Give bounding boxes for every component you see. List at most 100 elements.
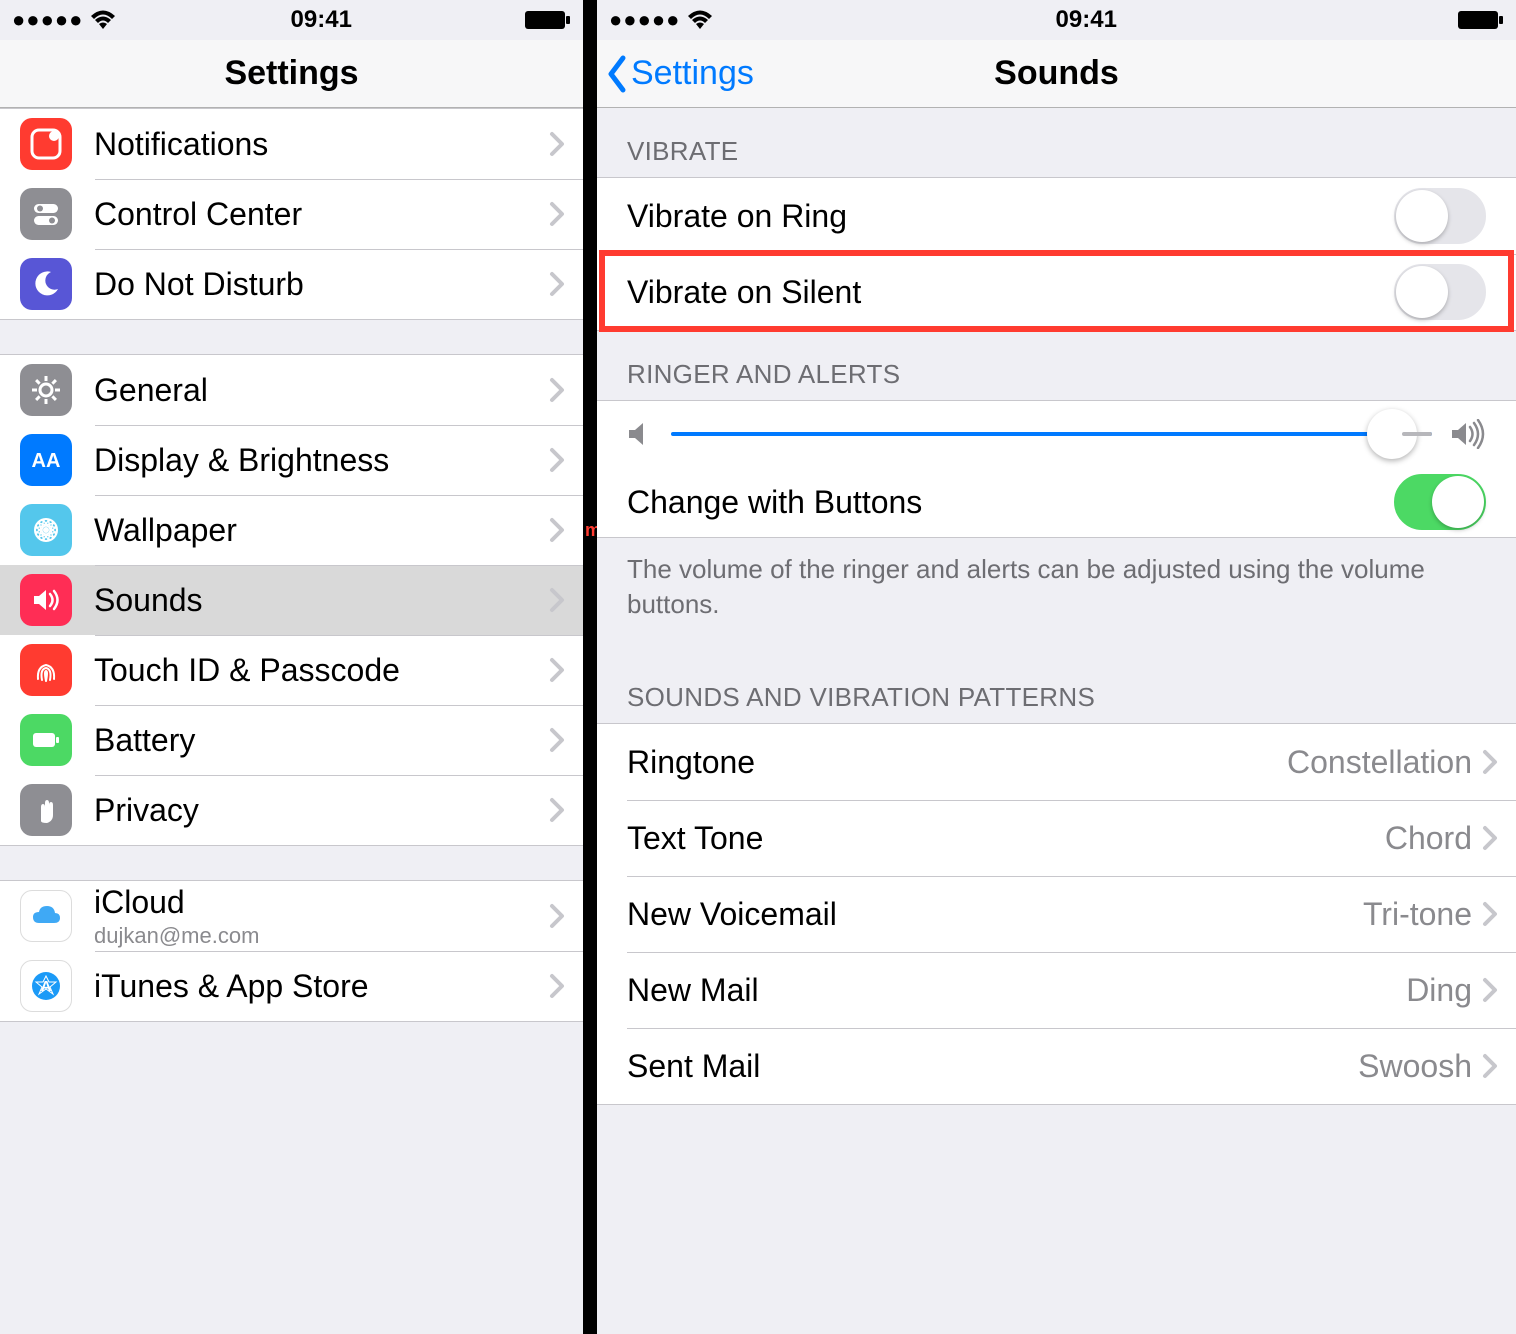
chevron-right-icon	[549, 131, 565, 157]
battery-icon	[20, 714, 72, 766]
chevron-right-icon	[549, 271, 565, 297]
battery-icon	[1458, 10, 1504, 30]
slider-knob[interactable]	[1367, 409, 1417, 459]
status-bar: ●●●●● 09:41	[0, 0, 583, 40]
notifications-icon	[20, 118, 72, 170]
volume-slider[interactable]	[671, 432, 1432, 436]
row-texttone[interactable]: Text Tone Chord	[597, 800, 1516, 876]
row-label: Do Not Disturb	[94, 266, 549, 303]
wifi-icon	[89, 9, 117, 31]
chevron-right-icon	[1482, 901, 1498, 927]
signal-dots-icon: ●●●●●	[609, 7, 680, 33]
toggle-vibrate-silent[interactable]	[1394, 264, 1486, 320]
row-change-with-buttons[interactable]: Change with Buttons	[597, 467, 1516, 537]
row-vibrate-ring[interactable]: Vibrate on Ring	[597, 178, 1516, 254]
toggle-change-with-buttons[interactable]	[1394, 474, 1486, 530]
row-label: Notifications	[94, 126, 549, 163]
row-touchid[interactable]: Touch ID & Passcode	[0, 635, 583, 705]
page-title: Settings	[224, 54, 358, 93]
section-header-patterns: SOUNDS AND VIBRATION PATTERNS	[597, 642, 1516, 723]
chevron-left-icon	[605, 54, 629, 94]
row-privacy[interactable]: Privacy	[0, 775, 583, 845]
chevron-right-icon	[1482, 825, 1498, 851]
row-label: iTunes & App Store	[94, 968, 549, 1005]
row-voicemail[interactable]: New Voicemail Tri-tone	[597, 876, 1516, 952]
row-label: New Voicemail	[627, 896, 1363, 933]
row-control-center[interactable]: Control Center	[0, 179, 583, 249]
wifi-icon	[686, 9, 714, 31]
row-value: Ding	[1406, 972, 1472, 1009]
row-dnd[interactable]: Do Not Disturb	[0, 249, 583, 319]
row-itunes[interactable]: A iTunes & App Store	[0, 951, 583, 1021]
row-sentmail[interactable]: Sent Mail Swoosh	[597, 1028, 1516, 1104]
row-label: General	[94, 372, 549, 409]
speaker-high-icon	[1450, 419, 1486, 449]
toggle-vibrate-ring[interactable]	[1394, 188, 1486, 244]
svg-text:AA: AA	[32, 450, 61, 472]
section-header-ringer: RINGER AND ALERTS	[597, 331, 1516, 400]
row-label: Change with Buttons	[627, 484, 1394, 521]
svg-text:A: A	[41, 978, 52, 995]
section-footer-ringer: The volume of the ringer and alerts can …	[597, 538, 1516, 642]
chevron-right-icon	[1482, 1053, 1498, 1079]
row-label: Vibrate on Ring	[627, 198, 1394, 235]
row-notifications[interactable]: Notifications	[0, 109, 583, 179]
chevron-right-icon	[549, 973, 565, 999]
chevron-right-icon	[1482, 749, 1498, 775]
control-center-icon	[20, 188, 72, 240]
row-label: Battery	[94, 722, 549, 759]
navbar: Settings	[0, 40, 583, 108]
section-header-vibrate: VIBRATE	[597, 108, 1516, 177]
row-general[interactable]: General	[0, 355, 583, 425]
row-label: Sounds	[94, 582, 549, 619]
chevron-right-icon	[549, 727, 565, 753]
chevron-right-icon	[549, 657, 565, 683]
status-time: 09:41	[1056, 6, 1117, 34]
back-button[interactable]: Settings	[605, 54, 754, 94]
pane-separator: m	[583, 0, 597, 1334]
icloud-icon	[20, 890, 72, 942]
sounds-pane: ●●●●● 09:41 Settings Sounds VIBRATE Vibr…	[597, 0, 1516, 1334]
status-bar: ●●●●● 09:41	[597, 0, 1516, 40]
row-label: Ringtone	[627, 744, 1287, 781]
row-value: Swoosh	[1358, 1048, 1472, 1085]
battery-icon	[525, 10, 571, 30]
row-value: Constellation	[1287, 744, 1472, 781]
back-label: Settings	[631, 54, 754, 93]
hand-icon	[20, 784, 72, 836]
chevron-right-icon	[549, 797, 565, 823]
row-battery[interactable]: Battery	[0, 705, 583, 775]
sounds-icon	[20, 574, 72, 626]
chevron-right-icon	[549, 517, 565, 543]
moon-icon	[20, 258, 72, 310]
row-display[interactable]: AA Display & Brightness	[0, 425, 583, 495]
row-label: Privacy	[94, 792, 549, 829]
speaker-low-icon	[627, 420, 653, 448]
row-sounds[interactable]: Sounds	[0, 565, 583, 635]
gear-icon	[20, 364, 72, 416]
chevron-right-icon	[549, 903, 565, 929]
row-newmail[interactable]: New Mail Ding	[597, 952, 1516, 1028]
row-label: Wallpaper	[94, 512, 549, 549]
chevron-right-icon	[549, 201, 565, 227]
row-wallpaper[interactable]: Wallpaper	[0, 495, 583, 565]
row-label: Sent Mail	[627, 1048, 1358, 1085]
settings-root-pane: ●●●●● 09:41 Settings Notifications Contr…	[0, 0, 583, 1334]
chevron-right-icon	[1482, 977, 1498, 1003]
row-value: Tri-tone	[1363, 896, 1472, 933]
chevron-right-icon	[549, 447, 565, 473]
row-vibrate-silent[interactable]: Vibrate on Silent	[597, 254, 1516, 330]
row-ringtone[interactable]: Ringtone Constellation	[597, 724, 1516, 800]
signal-dots-icon: ●●●●●	[12, 7, 83, 33]
row-label: Vibrate on Silent	[627, 274, 1394, 311]
display-icon: AA	[20, 434, 72, 486]
wallpaper-icon	[20, 504, 72, 556]
navbar: Settings Sounds	[597, 40, 1516, 108]
touchid-icon	[20, 644, 72, 696]
row-label: Text Tone	[627, 820, 1385, 857]
row-icloud[interactable]: iCloud dujkan@me.com	[0, 881, 583, 951]
row-label: Display & Brightness	[94, 442, 549, 479]
chevron-right-icon	[549, 587, 565, 613]
volume-slider-row	[597, 401, 1516, 467]
row-label: New Mail	[627, 972, 1406, 1009]
